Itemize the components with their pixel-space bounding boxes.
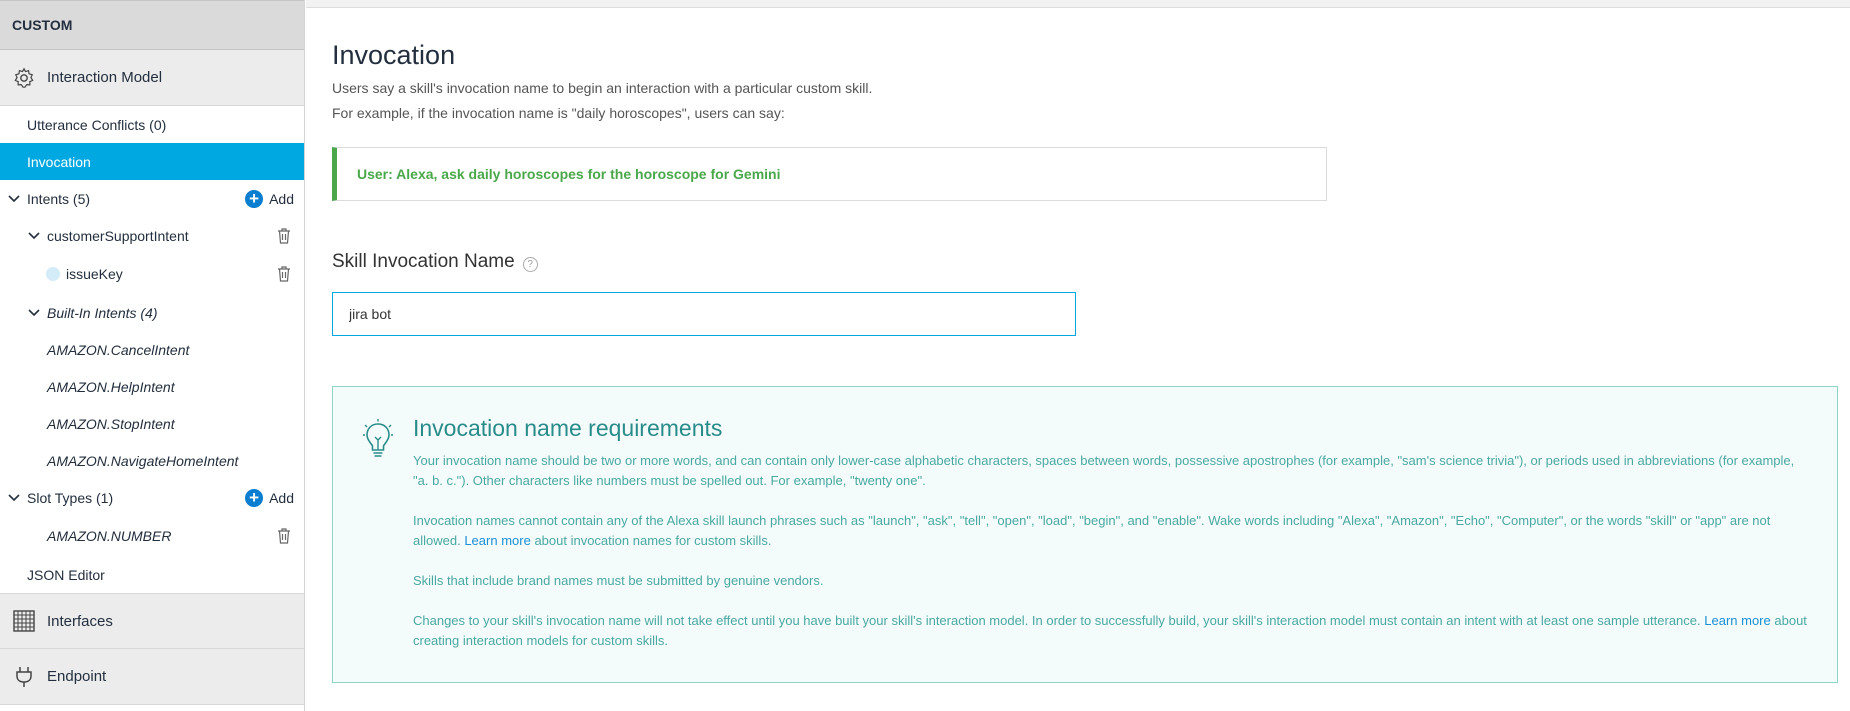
grid-icon bbox=[12, 609, 36, 633]
plus-circle-icon: + bbox=[245, 189, 264, 208]
sidebar-item-json-editor[interactable]: JSON Editor bbox=[0, 556, 304, 593]
sidebar-item-slot-issuekey[interactable]: issueKey bbox=[0, 254, 304, 294]
chevron-down-icon[interactable] bbox=[26, 305, 42, 321]
sidebar-item-intents[interactable]: Intents (5) + Add bbox=[0, 180, 304, 217]
add-intent-button[interactable]: + Add bbox=[245, 189, 294, 208]
gear-icon bbox=[12, 66, 36, 90]
trash-icon[interactable] bbox=[276, 227, 292, 245]
example-utterance: User: Alexa, ask daily horoscopes for th… bbox=[332, 147, 1327, 201]
sidebar-item-builtin-intents[interactable]: Built-In Intents (4) bbox=[0, 294, 304, 331]
requirements-paragraph: Changes to your skill's invocation name … bbox=[413, 613, 1807, 648]
sidebar-section-endpoint[interactable]: Endpoint bbox=[0, 649, 304, 705]
plus-circle-icon: + bbox=[245, 488, 264, 507]
requirements-paragraph: Your invocation name should be two or mo… bbox=[413, 453, 1795, 488]
chevron-down-icon[interactable] bbox=[6, 490, 22, 506]
add-slot-type-button[interactable]: + Add bbox=[245, 488, 294, 507]
sidebar-item-builtin[interactable]: AMAZON.HelpIntent bbox=[0, 368, 304, 405]
sidebar-header: CUSTOM bbox=[0, 0, 304, 50]
requirements-paragraph: Invocation names cannot contain any of t… bbox=[413, 513, 1771, 548]
learn-more-link[interactable]: Learn more bbox=[1704, 613, 1770, 628]
skill-invocation-name-label: Skill Invocation Name ? bbox=[332, 251, 538, 273]
chevron-down-icon[interactable] bbox=[6, 191, 22, 207]
top-bar bbox=[306, 0, 1850, 8]
page-description: Users say a skill's invocation name to b… bbox=[332, 80, 873, 96]
sidebar-section-interaction-model[interactable]: Interaction Model bbox=[0, 50, 304, 106]
plug-icon bbox=[12, 665, 36, 689]
sidebar-item-builtin[interactable]: AMAZON.CancelIntent bbox=[0, 331, 304, 368]
sidebar-item-utterance-conflicts[interactable]: Utterance Conflicts (0) bbox=[0, 106, 304, 143]
sidebar-item-invocation[interactable]: Invocation bbox=[0, 143, 304, 180]
trash-icon[interactable] bbox=[276, 527, 292, 545]
skill-invocation-name-input[interactable] bbox=[332, 292, 1076, 336]
sidebar-section-interfaces[interactable]: Interfaces bbox=[0, 593, 304, 649]
learn-more-link[interactable]: Learn more bbox=[464, 533, 530, 548]
trash-icon[interactable] bbox=[276, 265, 292, 283]
sidebar-item-slot-types[interactable]: Slot Types (1) + Add bbox=[0, 479, 304, 516]
page-description: For example, if the invocation name is "… bbox=[332, 105, 785, 121]
sidebar-item-builtin[interactable]: AMAZON.StopIntent bbox=[0, 405, 304, 442]
chevron-down-icon[interactable] bbox=[26, 228, 42, 244]
slot-icon bbox=[46, 267, 60, 281]
requirements-paragraph: Skills that include brand names must be … bbox=[413, 573, 824, 588]
sidebar-section-label: Interaction Model bbox=[47, 69, 163, 86]
lightbulb-icon bbox=[363, 419, 393, 459]
sidebar-item-customer-support-intent[interactable]: customerSupportIntent bbox=[0, 217, 304, 254]
requirements-panel: Invocation name requirements Your invoca… bbox=[332, 386, 1838, 683]
sidebar: CUSTOM Interaction Model Utterance Confl… bbox=[0, 0, 305, 711]
help-icon[interactable]: ? bbox=[522, 256, 538, 272]
sidebar-item-slot-type-number[interactable]: AMAZON.NUMBER bbox=[0, 516, 304, 556]
sidebar-item-builtin[interactable]: AMAZON.NavigateHomeIntent bbox=[0, 442, 304, 479]
requirements-title: Invocation name requirements bbox=[413, 415, 723, 441]
page-title: Invocation bbox=[332, 40, 456, 70]
